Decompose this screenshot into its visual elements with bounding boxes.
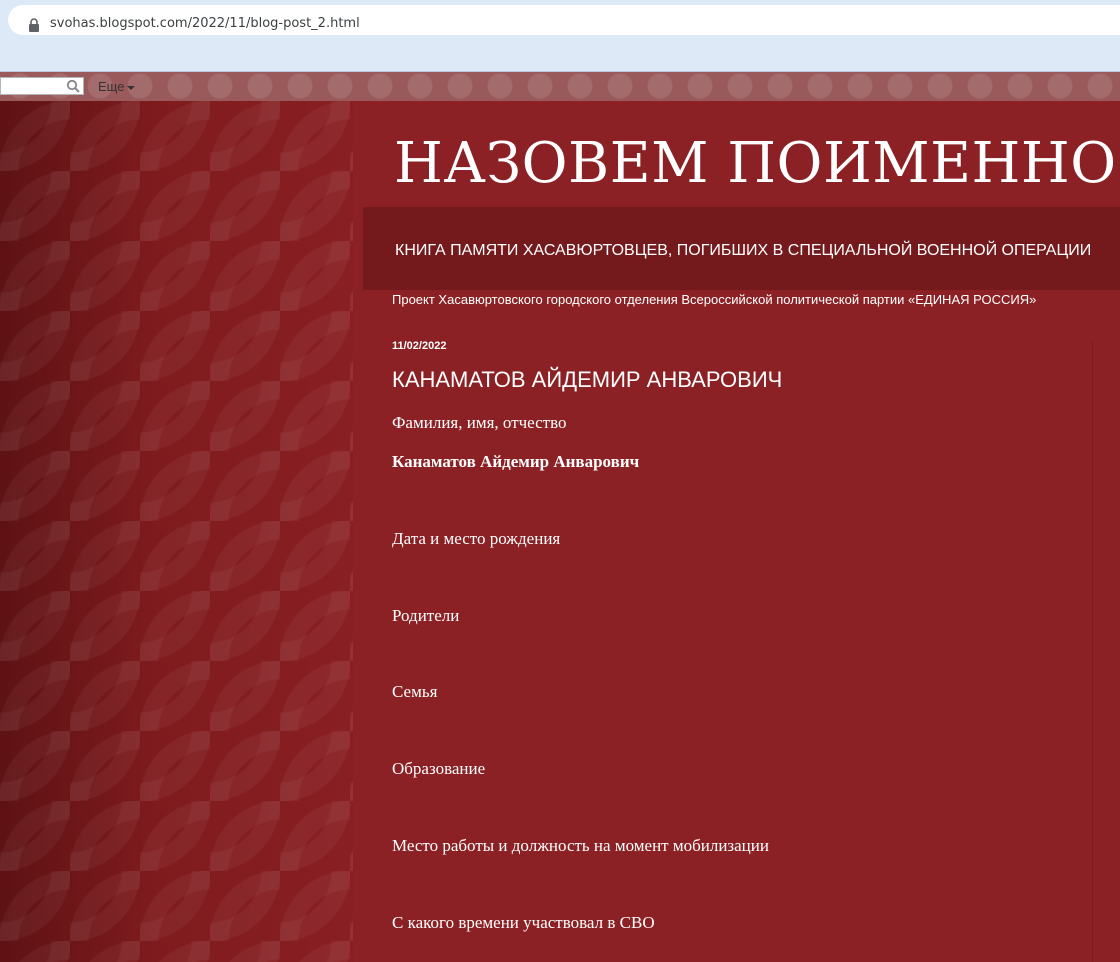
field-value-full-name: Канаматов Айдемир Анварович (392, 452, 640, 471)
content-divider (1092, 341, 1093, 962)
field-label-education: Образование (392, 759, 486, 778)
browser-toolbar: svohas.blogspot.com/2022/11/blog-post_2.… (0, 0, 1120, 72)
post-title[interactable]: КАНАМАТОВ АЙДЕМИР АНВАРОВИЧ (392, 367, 782, 393)
field-label-workplace: Место работы и должность на момент мобил… (392, 836, 769, 855)
url-text: svohas.blogspot.com/2022/11/blog-post_2.… (50, 16, 360, 31)
project-note: Проект Хасавюртовского городского отделе… (392, 292, 1037, 307)
caret-down-icon (127, 85, 136, 90)
search-icon[interactable] (66, 79, 80, 93)
address-bar[interactable]: svohas.blogspot.com/2022/11/blog-post_2.… (8, 5, 1120, 35)
blogger-navbar: Еще (0, 72, 1120, 101)
blog-title[interactable]: НАЗОВЕМ ПОИМЕННО (394, 131, 1117, 196)
field-label-full-name: Фамилия, имя, отчество (392, 413, 567, 432)
field-label-family: Семья (392, 682, 438, 701)
more-menu-label: Еще (98, 79, 125, 94)
lock-icon (29, 18, 39, 32)
field-label-birth: Дата и место рождения (392, 529, 561, 548)
more-menu-button[interactable]: Еще (98, 79, 136, 94)
blog-description: КНИГА ПАМЯТИ ХАСАВЮРТОВЦЕВ, ПОГИБШИХ В С… (395, 242, 1092, 259)
post-date-header: 11/02/2022 (392, 340, 447, 352)
side-background-pattern (0, 101, 353, 962)
main-column: НАЗОВЕМ ПОИМЕННО КНИГА ПАМЯТИ ХАСАВЮРТОВ… (353, 101, 1120, 962)
field-label-parents: Родители (392, 606, 460, 625)
field-label-svo-start: С какого времени участвовал в СВО (392, 913, 655, 932)
